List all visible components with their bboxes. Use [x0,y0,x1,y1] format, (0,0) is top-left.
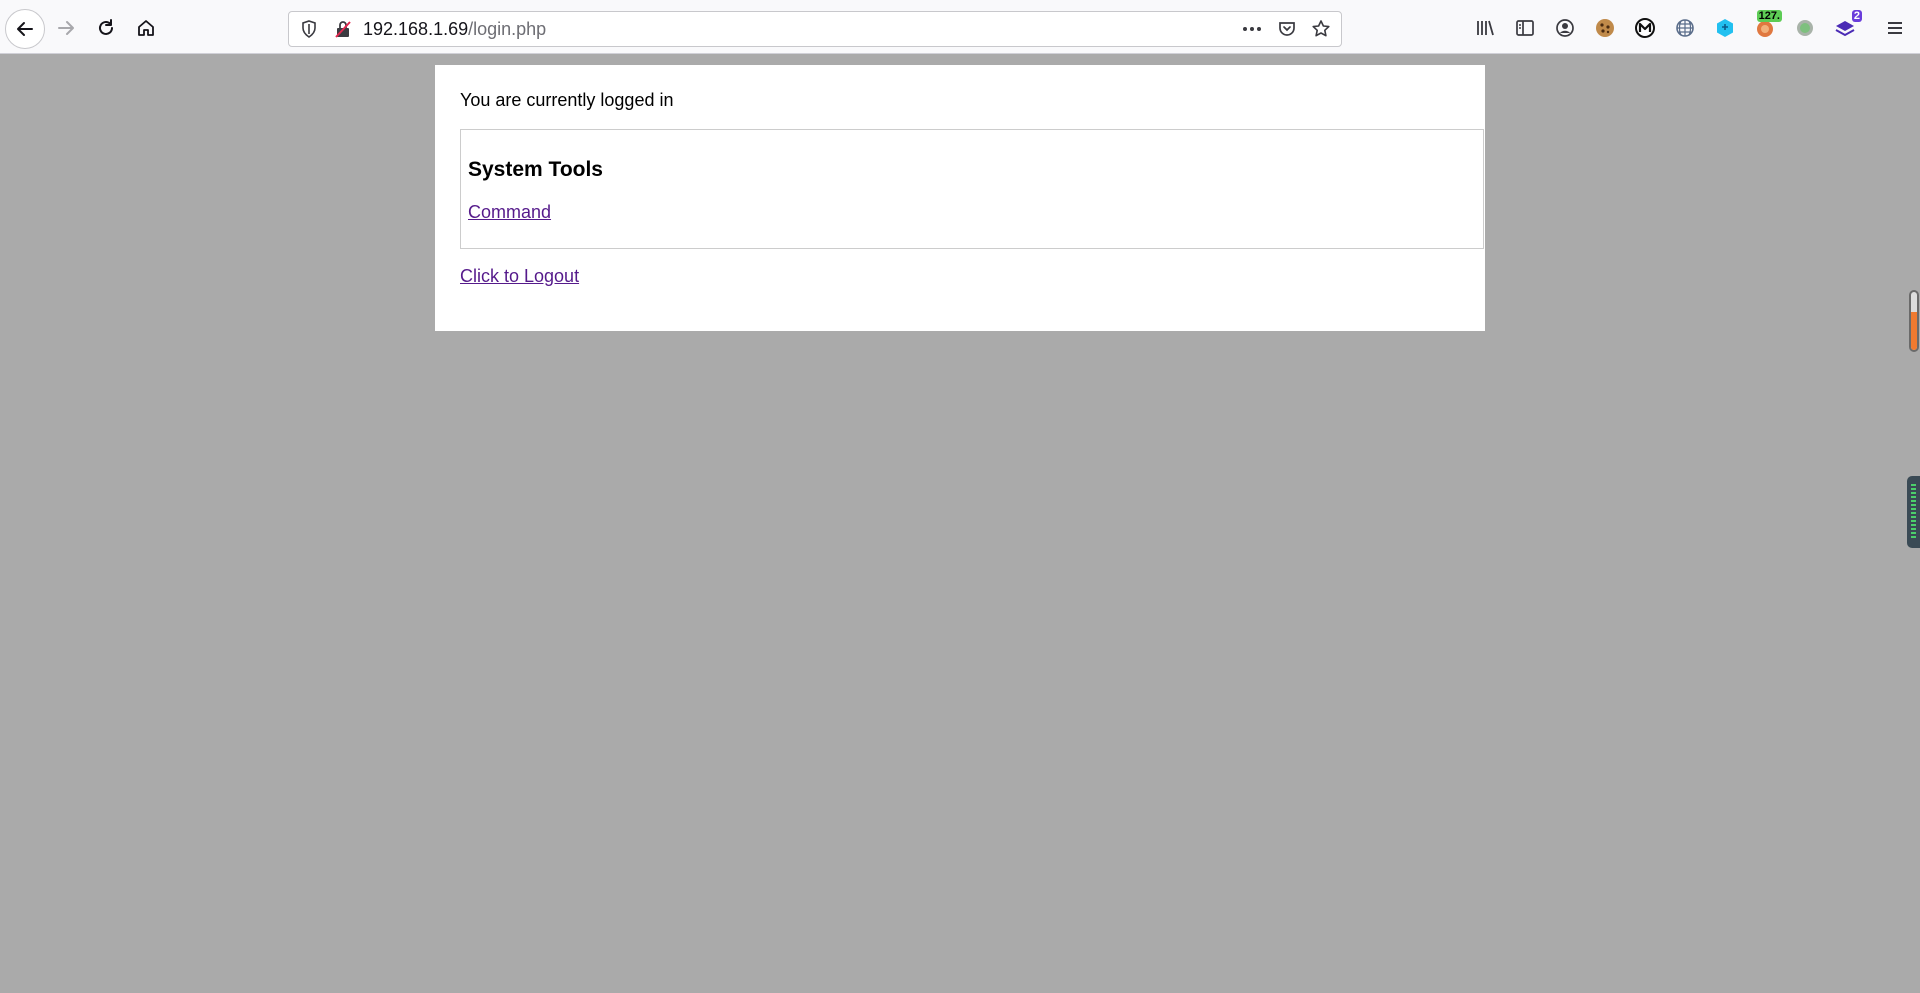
hamburger-menu-icon[interactable] [1884,17,1906,39]
blue-cube-icon[interactable] [1714,17,1736,39]
reload-button[interactable] [88,10,124,46]
arrow-right-icon [58,21,74,35]
edge-meter-widget[interactable] [1907,476,1920,548]
stack-badge: 2 [1851,10,1862,22]
browser-toolbar: 192.168.1.69/login.php 127. 2 [0,0,1920,54]
bookmark-star-icon[interactable] [1311,19,1331,39]
edge-slider-widget[interactable] [1909,290,1919,352]
home-icon [138,20,154,36]
url-path: /login.php [468,19,547,39]
forward-button[interactable] [48,10,84,46]
url-bar[interactable]: 192.168.1.69/login.php [288,11,1342,47]
hackbar-icon[interactable]: 127. [1754,10,1782,39]
library-icon[interactable] [1474,17,1496,39]
stack-icon[interactable]: 2 [1834,10,1862,39]
grey-circle-icon[interactable] [1794,17,1816,39]
reload-icon [99,19,113,35]
more-actions-icon[interactable] [1241,19,1263,39]
url-text[interactable]: 192.168.1.69/login.php [363,19,546,39]
pocket-icon[interactable] [1277,19,1297,39]
login-status-text: You are currently logged in [460,90,674,110]
insecure-lock-icon[interactable] [333,19,353,39]
system-tools-box: System Tools Command [460,129,1484,249]
cookie-icon[interactable] [1594,17,1616,39]
logout-link[interactable]: Click to Logout [460,266,579,287]
tracking-shield-icon[interactable] [299,19,319,39]
command-link[interactable]: Command [468,202,551,223]
system-tools-heading: System Tools [468,158,603,181]
back-button[interactable] [5,9,45,49]
home-button[interactable] [128,10,164,46]
url-host: 192.168.1.69 [363,19,469,39]
sidebar-icon[interactable] [1514,17,1536,39]
content-panel: You are currently logged in System Tools… [435,65,1485,331]
hackbar-badge: 127. [1756,10,1782,22]
account-icon[interactable] [1554,17,1576,39]
metamask-icon[interactable] [1634,17,1656,39]
arrow-left-icon [17,22,33,36]
globe-grid-icon[interactable] [1674,17,1696,39]
